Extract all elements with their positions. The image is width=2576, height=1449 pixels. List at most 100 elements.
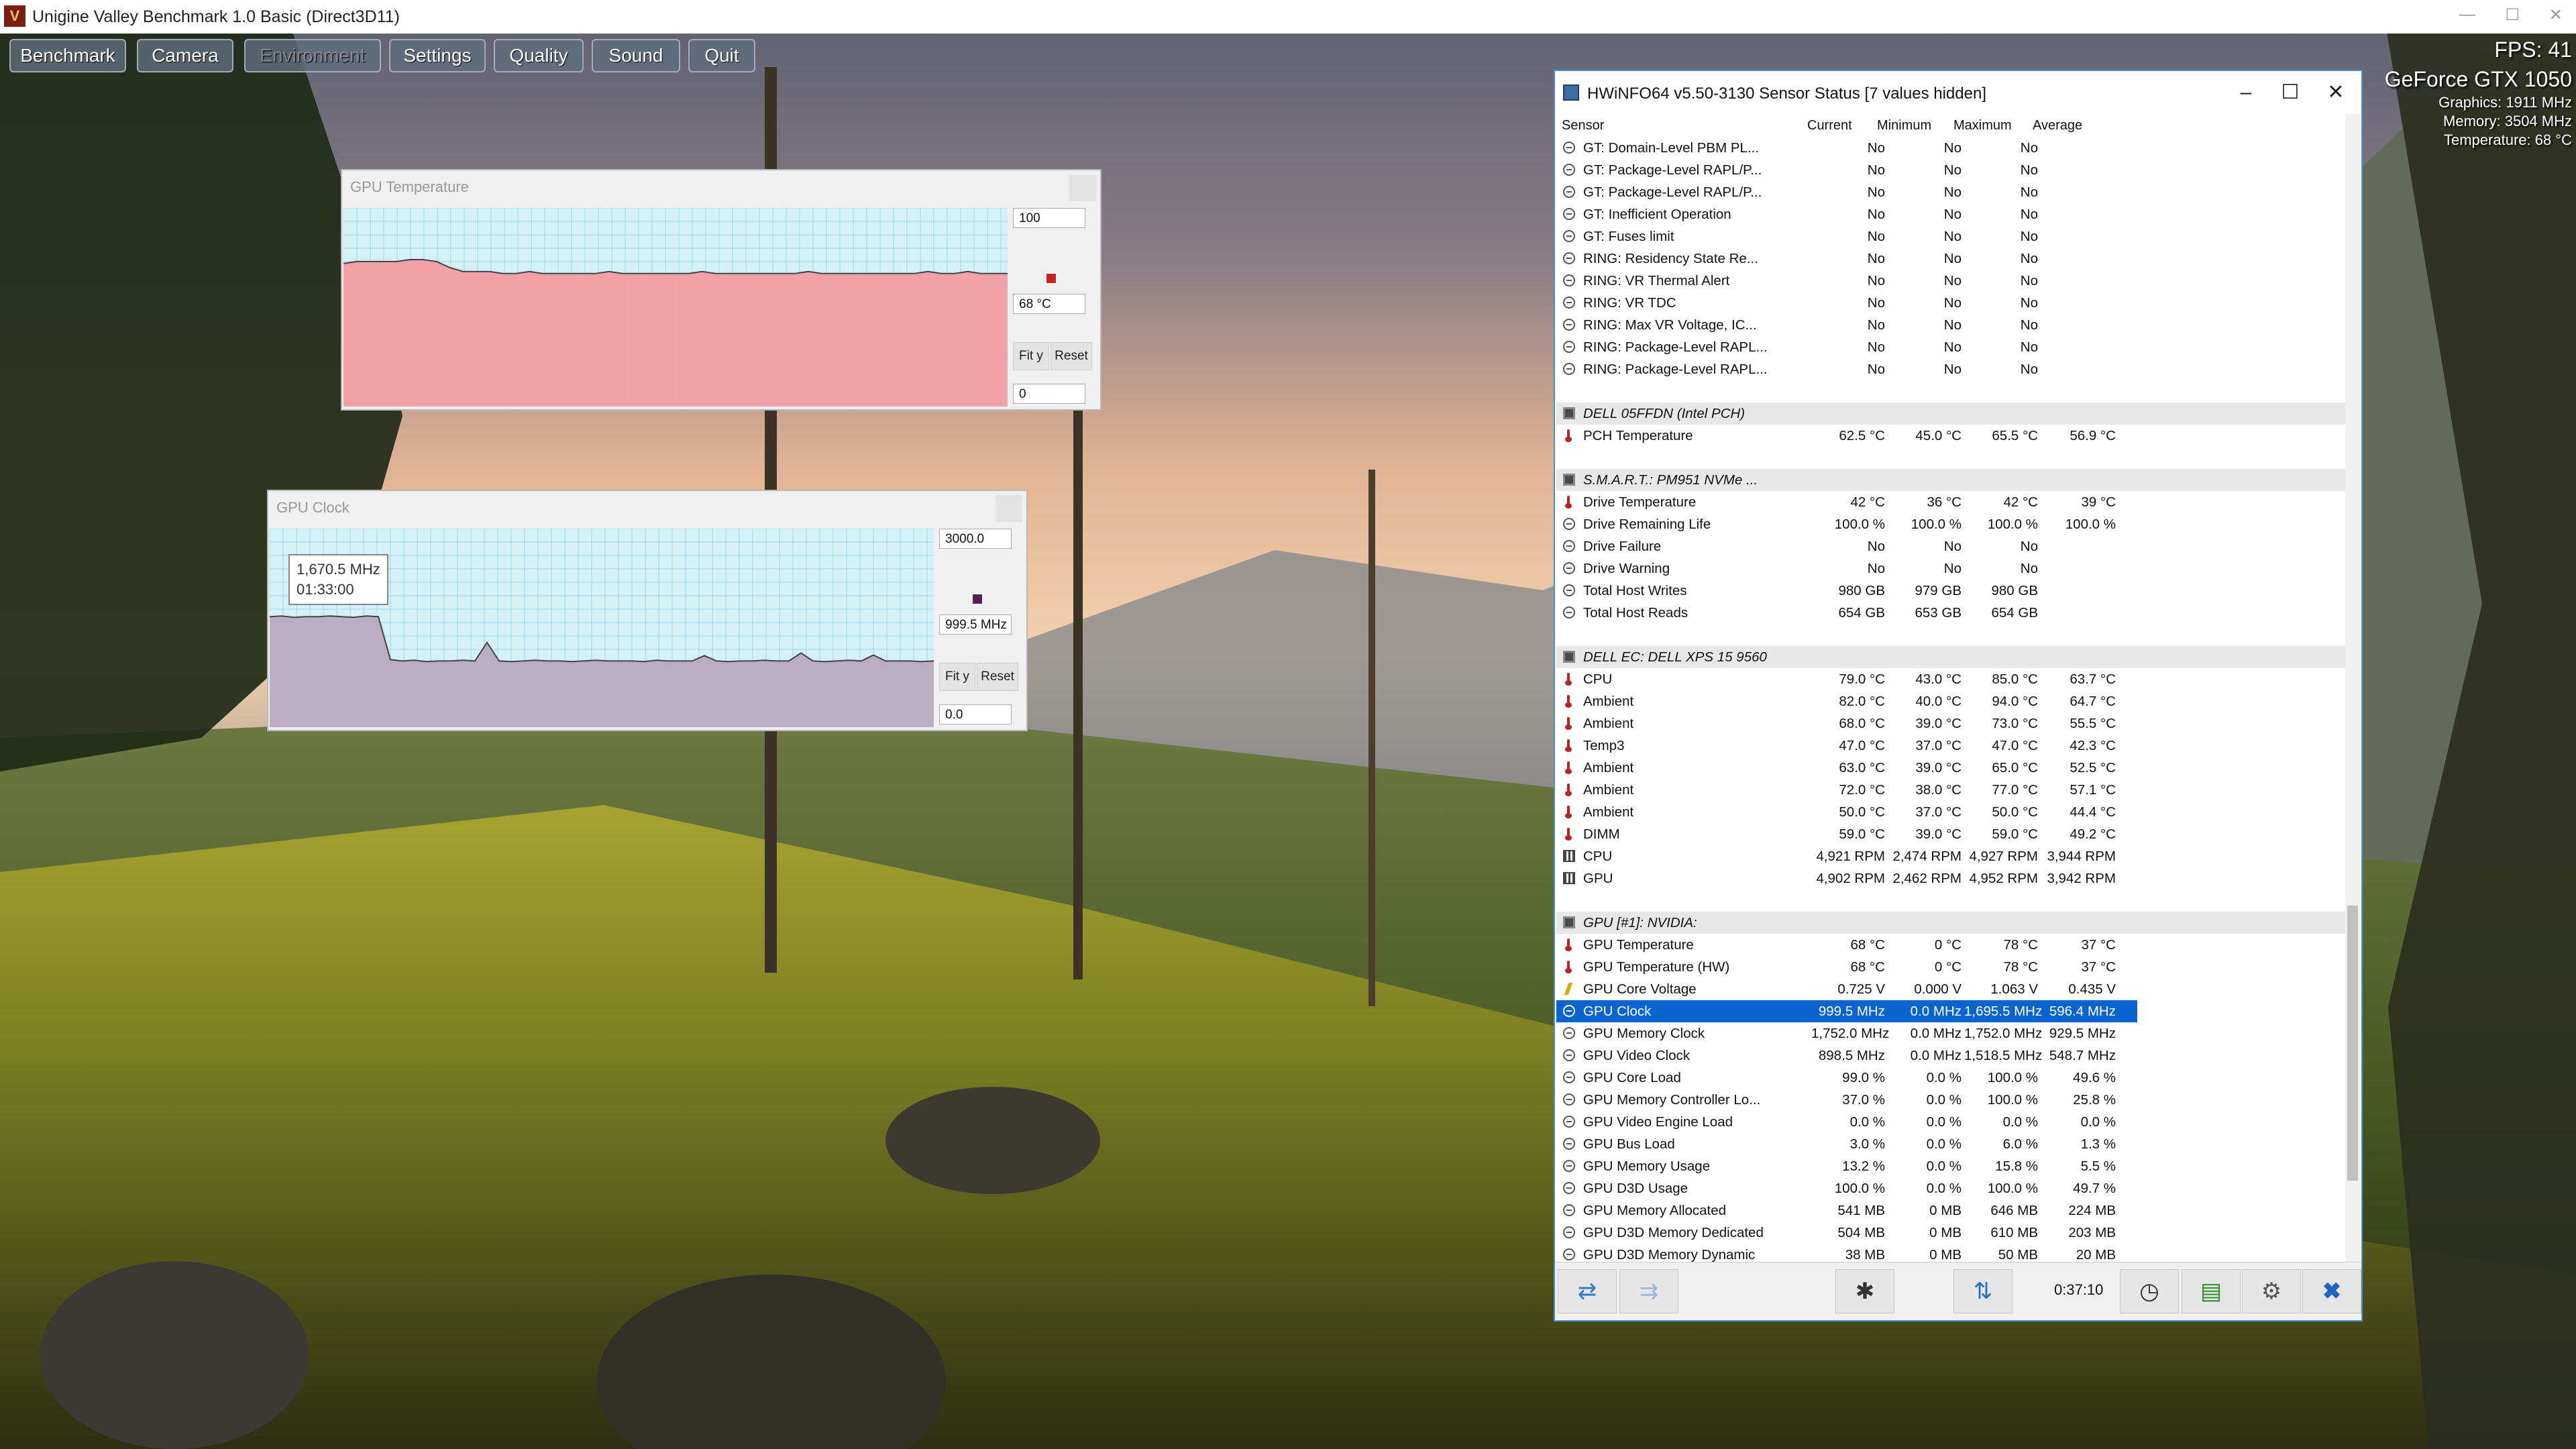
series-color-icon[interactable]	[971, 593, 983, 605]
table-row[interactable]: DIMM 59.0 °C 39.0 °C 59.0 °C 49.2 °C	[1556, 823, 2348, 845]
graph-close-button[interactable]	[1069, 174, 1096, 201]
value-min: 0 MB	[1929, 1203, 1962, 1218]
menu-sound[interactable]: Sound	[592, 39, 680, 72]
table-row[interactable]: Drive Failure No No No	[1556, 535, 2348, 557]
table-row[interactable]: GPU Core Load 99.0 % 0.0 % 100.0 % 49.6 %	[1556, 1067, 2348, 1089]
minimize-icon[interactable]: –	[2226, 78, 2266, 107]
table-row[interactable]: GPU Video Clock 898.5 MHz 0.0 MHz 1,518.5 M…	[1556, 1044, 2348, 1067]
menu-benchmark[interactable]: Benchmark	[9, 39, 126, 72]
graph-max-field[interactable]: 100	[1013, 208, 1085, 228]
table-row[interactable]: GPU Temperature 68 °C 0 °C 78 °C 37 °C	[1556, 934, 2348, 956]
nav-arrows-icon[interactable]: ⇄	[1558, 1269, 1617, 1313]
table-row[interactable]: RING: VR TDC No No No	[1556, 292, 2348, 314]
graph-max-field[interactable]: 3000.0	[939, 529, 1012, 549]
fan-settings-icon[interactable]: ✱	[1835, 1269, 1894, 1313]
close-icon[interactable]: ✕	[2549, 5, 2563, 25]
value-cur: 38 MB	[1845, 1247, 1885, 1263]
menu-quit[interactable]: Quit	[688, 39, 755, 72]
table-row[interactable]: GT: Inefficient Operation No No No	[1556, 203, 2348, 225]
menu-quality[interactable]: Quality	[494, 39, 584, 72]
table-row[interactable]: GT: Domain-Level PBM PL... No No No	[1556, 137, 2348, 159]
report-icon[interactable]: ▤	[2182, 1269, 2241, 1313]
table-row[interactable]: Ambient 82.0 °C 40.0 °C 94.0 °C 64.7 °C	[1556, 690, 2348, 712]
table-row[interactable]: GPU Memory Clock 1,752.0 MHz 0.0 MHz 1,752.…	[1556, 1022, 2348, 1044]
column-maximum[interactable]: Maximum	[1953, 118, 2012, 133]
table-row[interactable]: GPU Core Voltage 0.725 V 0.000 V 1.063 V 0.4…	[1556, 978, 2348, 1000]
sensor-group-header[interactable]: S.M.A.R.T.: PM951 NVMe ...	[1556, 469, 2348, 491]
column-current[interactable]: Current	[1807, 118, 1852, 133]
table-row[interactable]: RING: Package-Level RAPL... No No No	[1556, 358, 2348, 380]
scrollbar-thumb[interactable]	[2347, 906, 2358, 1181]
minimize-icon[interactable]: —	[2459, 5, 2475, 24]
menu-environment[interactable]: Environment	[244, 39, 381, 72]
value-min: No	[1943, 362, 1962, 377]
table-row[interactable]: GPU D3D Usage 100.0 % 0.0 % 100.0 % 49.7 %	[1556, 1177, 2348, 1199]
table-row[interactable]: GPU Memory Controller Lo... 37.0 % 0.0 % 10…	[1556, 1089, 2348, 1111]
table-row[interactable]: GPU Video Engine Load 0.0 % 0.0 % 0.0 % 0.0 …	[1556, 1111, 2348, 1133]
value-cur: 42 °C	[1850, 494, 1885, 510]
table-row[interactable]: Drive Temperature 42 °C 36 °C 42 °C 39 °C	[1556, 491, 2348, 513]
series-color-icon[interactable]	[1045, 272, 1057, 284]
table-row[interactable]: GPU Clock 999.5 MHz 0.0 MHz 1,695.5 MHz 596.…	[1556, 1000, 2348, 1022]
table-row[interactable]: Drive Warning No No No	[1556, 557, 2348, 580]
graph-min-field[interactable]: 0.0	[939, 704, 1012, 724]
graph-min-field[interactable]: 0	[1013, 384, 1085, 404]
column-sensor[interactable]: Sensor	[1562, 118, 1604, 133]
settings-gear-icon[interactable]: ⚙	[2242, 1269, 2301, 1313]
sensor-group-header[interactable]: DELL 05FFDN (Intel PCH)	[1556, 402, 2348, 425]
table-row[interactable]: GT: Package-Level RAPL/P... No No No	[1556, 181, 2348, 203]
close-icon[interactable]: ✕	[2316, 78, 2356, 107]
table-row[interactable]: GPU Bus Load 3.0 % 0.0 % 6.0 % 1.3 %	[1556, 1133, 2348, 1155]
graph-close-button[interactable]	[996, 495, 1022, 522]
nav-forward-icon[interactable]: ⇉	[1619, 1269, 1678, 1313]
table-row[interactable]: Ambient 72.0 °C 38.0 °C 77.0 °C 57.1 °C	[1556, 779, 2348, 801]
sensor-group-header[interactable]: GPU [#1]: NVIDIA:	[1556, 912, 2348, 934]
column-average[interactable]: Average	[2033, 118, 2082, 133]
value-min: 39.0 °C	[1915, 716, 1962, 731]
table-row[interactable]: GPU Temperature (HW) 68 °C 0 °C 78 °C 37 °C	[1556, 956, 2348, 978]
table-row[interactable]: CPU 79.0 °C 43.0 °C 85.0 °C 63.7 °C	[1556, 668, 2348, 690]
value-avg: 20 MB	[2076, 1247, 2116, 1263]
menu-settings[interactable]: Settings	[389, 39, 486, 72]
table-row[interactable]: Drive Remaining Life 100.0 % 100.0 % 100.0 …	[1556, 513, 2348, 535]
thermometer-icon	[1563, 717, 1575, 730]
reset-button[interactable]: Reset	[1051, 342, 1092, 370]
value-min: 0.0 %	[1926, 1070, 1962, 1085]
tooltip-value: 1,670.5 MHz	[297, 561, 380, 578]
sensor-scrollbar[interactable]	[2345, 114, 2360, 1265]
table-row[interactable]: RING: VR Thermal Alert No No No	[1556, 270, 2348, 292]
maximize-icon[interactable]: ☐	[2270, 78, 2310, 107]
table-row[interactable]: Total Host Writes 980 GB 979 GB 980 GB	[1556, 580, 2348, 602]
table-row[interactable]: Ambient 63.0 °C 39.0 °C 65.0 °C 52.5 °C	[1556, 757, 2348, 779]
close-x-icon[interactable]: ✖	[2302, 1269, 2361, 1313]
reset-button[interactable]: Reset	[977, 663, 1018, 691]
sensor-name: DIMM	[1583, 826, 1620, 842]
fit-y-button[interactable]: Fit y	[1013, 342, 1049, 370]
table-row[interactable]: GPU 4,902 RPM 2,462 RPM 4,952 RPM 3,942 RPM	[1556, 867, 2348, 890]
menu-camera[interactable]: Camera	[137, 39, 233, 72]
table-row[interactable]: Ambient 68.0 °C 39.0 °C 73.0 °C 55.5 °C	[1556, 712, 2348, 735]
table-row[interactable]: GT: Fuses limit No No No	[1556, 225, 2348, 248]
fit-y-button[interactable]: Fit y	[939, 663, 975, 691]
value-cur: 4,921 RPM	[1816, 849, 1885, 864]
sensor-name: GPU Core Load	[1583, 1070, 1681, 1085]
table-row[interactable]: GPU Memory Allocated 541 MB 0 MB 646 MB 224 …	[1556, 1199, 2348, 1222]
table-row[interactable]: RING: Max VR Voltage, IC... No No No	[1556, 314, 2348, 336]
sensor-table: GT: Domain-Level PBM PL... No No No GT: Pack…	[1556, 137, 2348, 1265]
table-row[interactable]: Temp3 47.0 °C 37.0 °C 47.0 °C 42.3 °C	[1556, 735, 2348, 757]
sensor-name: Drive Temperature	[1583, 494, 1697, 510]
table-row[interactable]: Total Host Reads 654 GB 653 GB 654 GB	[1556, 602, 2348, 624]
table-row[interactable]: PCH Temperature 62.5 °C 45.0 °C 65.5 °C 56.9…	[1556, 425, 2348, 447]
maximize-icon[interactable]: ☐	[2505, 5, 2520, 25]
table-row[interactable]: RING: Residency State Re... No No No	[1556, 248, 2348, 270]
clock-icon[interactable]: ◷	[2120, 1269, 2179, 1313]
table-row[interactable]: GT: Package-Level RAPL/P... No No No	[1556, 159, 2348, 181]
table-row[interactable]: RING: Package-Level RAPL... No No No	[1556, 336, 2348, 358]
table-row[interactable]: GPU Memory Usage 13.2 % 0.0 % 15.8 % 5.5 %	[1556, 1155, 2348, 1177]
table-row[interactable]: CPU 4,921 RPM 2,474 RPM 4,927 RPM 3,944 RPM	[1556, 845, 2348, 867]
network-icon[interactable]: ⇅	[1953, 1269, 2012, 1313]
table-row[interactable]: Ambient 50.0 °C 37.0 °C 50.0 °C 44.4 °C	[1556, 801, 2348, 823]
column-minimum[interactable]: Minimum	[1877, 118, 1931, 133]
sensor-group-header[interactable]: DELL EC: DELL XPS 15 9560	[1556, 646, 2348, 668]
table-row[interactable]: GPU D3D Memory Dedicated 504 MB 0 MB 610 MB…	[1556, 1222, 2348, 1244]
